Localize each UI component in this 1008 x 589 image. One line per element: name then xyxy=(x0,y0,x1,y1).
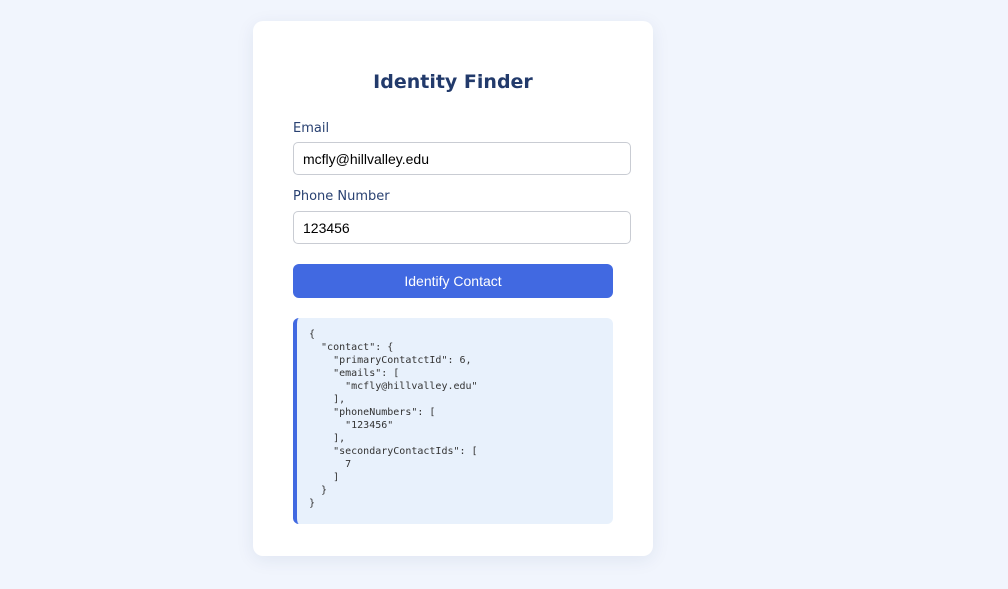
email-field[interactable] xyxy=(293,142,631,175)
identify-contact-button[interactable]: Identify Contact xyxy=(293,264,613,298)
result-panel: { "contact": { "primaryContatctId": 6, "… xyxy=(293,318,613,524)
page-title: Identity Finder xyxy=(373,71,533,93)
email-label: Email xyxy=(293,121,330,136)
result-json: { "contact": { "primaryContatctId": 6, "… xyxy=(309,329,478,509)
phone-field[interactable] xyxy=(293,211,631,244)
identity-finder-card: Identity Finder Email Phone Number Ident… xyxy=(253,21,653,556)
phone-label: Phone Number xyxy=(293,189,390,204)
